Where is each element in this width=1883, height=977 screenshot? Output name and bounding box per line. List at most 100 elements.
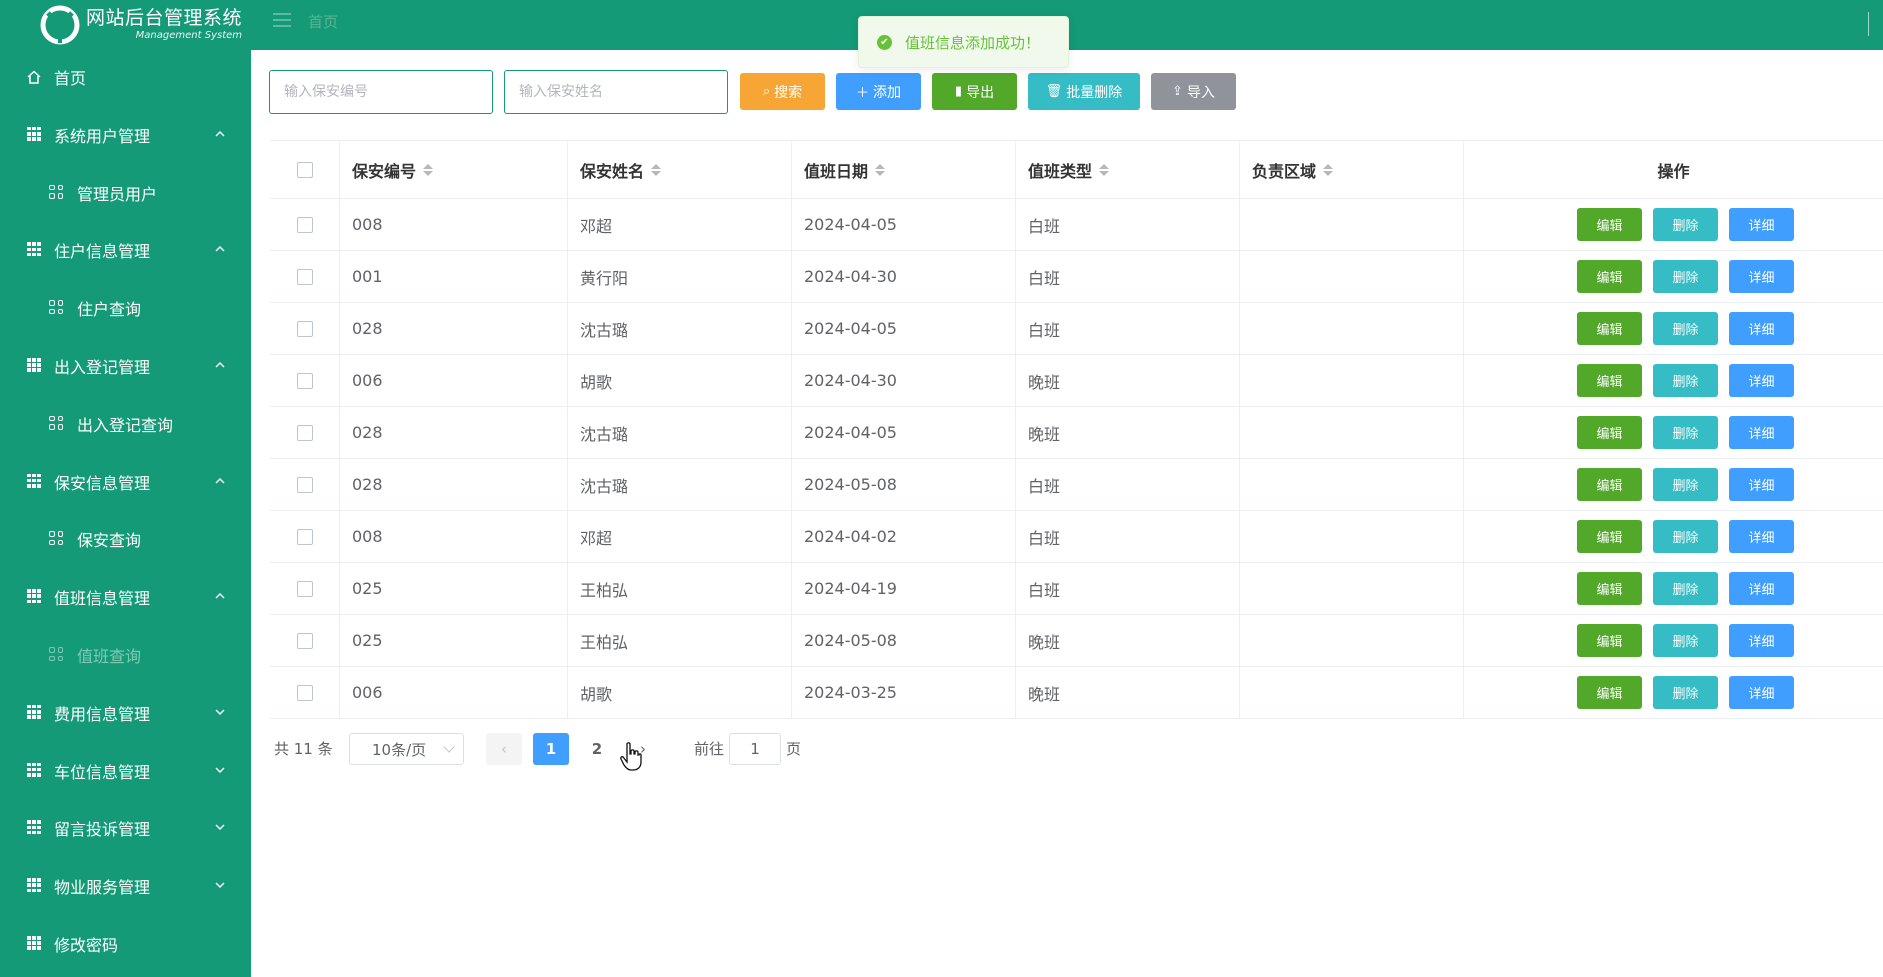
batch-delete-button[interactable]: 🗑 批量删除 bbox=[1028, 73, 1140, 110]
chevron-down-icon bbox=[214, 818, 226, 831]
edit-button[interactable]: 编辑 bbox=[1577, 416, 1642, 449]
detail-button[interactable]: 详细 bbox=[1729, 624, 1794, 657]
edit-button[interactable]: 编辑 bbox=[1577, 624, 1642, 657]
delete-button[interactable]: 删除 bbox=[1653, 364, 1718, 397]
goto-page-input[interactable]: 1 bbox=[729, 733, 781, 765]
duty-table: 保安编号 保安姓名 值班日期 值班类型 负责区域 操作 008 邓超 2024-04-05 白班编… bbox=[270, 140, 1883, 719]
edit-button[interactable]: 编辑 bbox=[1577, 468, 1642, 501]
sidebar-item-4[interactable]: 住户查询 bbox=[0, 287, 251, 327]
edit-button[interactable]: 编辑 bbox=[1577, 260, 1642, 293]
sort-icon[interactable] bbox=[875, 163, 886, 176]
delete-button[interactable]: 删除 bbox=[1653, 520, 1718, 553]
table-cell: 黄行阳 bbox=[568, 251, 792, 302]
sidebar-item-10[interactable]: 值班查询 bbox=[0, 634, 251, 674]
sidebar-item-12[interactable]: 车位信息管理 bbox=[0, 750, 251, 790]
row-checkbox[interactable] bbox=[296, 424, 313, 441]
row-select-cell bbox=[270, 251, 340, 302]
row-checkbox[interactable] bbox=[296, 268, 313, 285]
sort-icon[interactable] bbox=[1323, 163, 1334, 176]
row-select-cell bbox=[270, 199, 340, 250]
sort-icon[interactable] bbox=[1099, 163, 1110, 176]
delete-button[interactable]: 删除 bbox=[1653, 312, 1718, 345]
breadcrumb[interactable]: 首页 bbox=[308, 11, 338, 32]
row-checkbox[interactable] bbox=[296, 580, 313, 597]
apps-icon bbox=[49, 415, 63, 430]
sidebar-item-11[interactable]: 费用信息管理 bbox=[0, 692, 251, 732]
column-header: 值班日期 bbox=[792, 141, 1016, 198]
table-cell bbox=[1240, 615, 1464, 666]
sidebar: 首页系统用户管理 管理员用户住户信息管理住户查询出入登记管理 出入登记查询 保安信息管… bbox=[0, 50, 251, 977]
sidebar-item-8[interactable]: 保安查询 bbox=[0, 518, 251, 558]
search-button[interactable]: ⌕ 搜索 bbox=[740, 73, 825, 110]
sidebar-item-9[interactable]: 值班信息管理 bbox=[0, 576, 251, 616]
detail-button[interactable]: 详细 bbox=[1729, 364, 1794, 397]
sort-icon[interactable] bbox=[651, 163, 662, 176]
row-checkbox[interactable] bbox=[296, 320, 313, 337]
row-checkbox[interactable] bbox=[296, 372, 313, 389]
sidebar-item-5[interactable]: 出入登记管理 bbox=[0, 345, 251, 385]
detail-button[interactable]: 详细 bbox=[1729, 572, 1794, 605]
edit-button[interactable]: 编辑 bbox=[1577, 364, 1642, 397]
add-button[interactable]: ＋添加 bbox=[836, 73, 921, 110]
delete-button[interactable]: 删除 bbox=[1653, 208, 1718, 241]
page-size-select[interactable]: 10条/页 bbox=[349, 733, 464, 765]
row-actions-cell: 编辑 删除 详细 bbox=[1464, 355, 1883, 406]
sidebar-item-2[interactable]: 管理员用户 bbox=[0, 172, 251, 212]
delete-button[interactable]: 删除 bbox=[1653, 624, 1718, 657]
sidebar-item-6[interactable]: 出入登记查询 bbox=[0, 403, 251, 443]
sidebar-item-15[interactable]: 修改密码 bbox=[0, 923, 251, 963]
detail-button[interactable]: 详细 bbox=[1729, 208, 1794, 241]
export-button[interactable]: ▮ 导出 bbox=[932, 73, 1017, 110]
guard-id-input[interactable] bbox=[269, 70, 493, 114]
delete-button[interactable]: 删除 bbox=[1653, 676, 1718, 709]
detail-button[interactable]: 详细 bbox=[1729, 312, 1794, 345]
row-checkbox[interactable] bbox=[296, 476, 313, 493]
edit-button[interactable]: 编辑 bbox=[1577, 676, 1642, 709]
delete-button[interactable]: 删除 bbox=[1653, 260, 1718, 293]
detail-button[interactable]: 详细 bbox=[1729, 520, 1794, 553]
logo: 网站后台管理系统 Management System bbox=[40, 4, 245, 46]
page-button-2[interactable]: 2 bbox=[579, 733, 615, 765]
detail-button[interactable]: 详细 bbox=[1729, 416, 1794, 449]
sidebar-item-14[interactable]: 物业服务管理 bbox=[0, 865, 251, 905]
table-cell bbox=[1240, 407, 1464, 458]
edit-button[interactable]: 编辑 bbox=[1577, 572, 1642, 605]
sidebar-item-3[interactable]: 住户信息管理 bbox=[0, 229, 251, 269]
detail-button[interactable]: 详细 bbox=[1729, 676, 1794, 709]
row-checkbox[interactable] bbox=[296, 632, 313, 649]
import-button[interactable]: ⇪ 导入 bbox=[1151, 73, 1236, 110]
menu-toggle-icon[interactable] bbox=[273, 13, 291, 29]
sidebar-item-label: 保安查询 bbox=[77, 531, 142, 551]
row-checkbox[interactable] bbox=[296, 528, 313, 545]
table-row: 028 沈古璐 2024-04-05 白班 编辑 删除 详细 bbox=[270, 303, 1883, 355]
sidebar-item-0[interactable]: 首页 bbox=[0, 56, 251, 96]
sidebar-item-label: 住户查询 bbox=[77, 300, 142, 320]
guard-name-input[interactable] bbox=[504, 70, 728, 114]
page-button-1[interactable]: 1 bbox=[533, 733, 569, 765]
sidebar-item-7[interactable]: 保安信息管理 bbox=[0, 461, 251, 501]
delete-button[interactable]: 删除 bbox=[1653, 416, 1718, 449]
table-cell bbox=[1240, 355, 1464, 406]
delete-button[interactable]: 删除 bbox=[1653, 468, 1718, 501]
detail-button[interactable]: 详细 bbox=[1729, 260, 1794, 293]
toast-message: 值班信息添加成功！ bbox=[905, 33, 1041, 52]
hand-cursor-icon bbox=[620, 742, 642, 771]
sidebar-item-1[interactable]: 系统用户管理 bbox=[0, 114, 251, 154]
row-actions-cell: 编辑 删除 详细 bbox=[1464, 303, 1883, 354]
delete-button[interactable]: 删除 bbox=[1653, 572, 1718, 605]
sidebar-item-13[interactable]: 留言投诉管理 bbox=[0, 807, 251, 847]
table-cell bbox=[1240, 511, 1464, 562]
select-all-checkbox[interactable] bbox=[296, 161, 313, 178]
goto-prefix: 前往 bbox=[694, 740, 725, 758]
prev-page-button[interactable]: ‹ bbox=[486, 733, 522, 765]
detail-button[interactable]: 详细 bbox=[1729, 468, 1794, 501]
edit-button[interactable]: 编辑 bbox=[1577, 312, 1642, 345]
row-checkbox[interactable] bbox=[296, 684, 313, 701]
table-cell bbox=[1240, 199, 1464, 250]
edit-button[interactable]: 编辑 bbox=[1577, 520, 1642, 553]
edit-button[interactable]: 编辑 bbox=[1577, 208, 1642, 241]
table-row: 028 沈古璐 2024-05-08 白班 编辑 删除 详细 bbox=[270, 459, 1883, 511]
sort-icon[interactable] bbox=[423, 163, 434, 176]
row-checkbox[interactable] bbox=[296, 216, 313, 233]
sidebar-item-label: 留言投诉管理 bbox=[54, 820, 151, 840]
